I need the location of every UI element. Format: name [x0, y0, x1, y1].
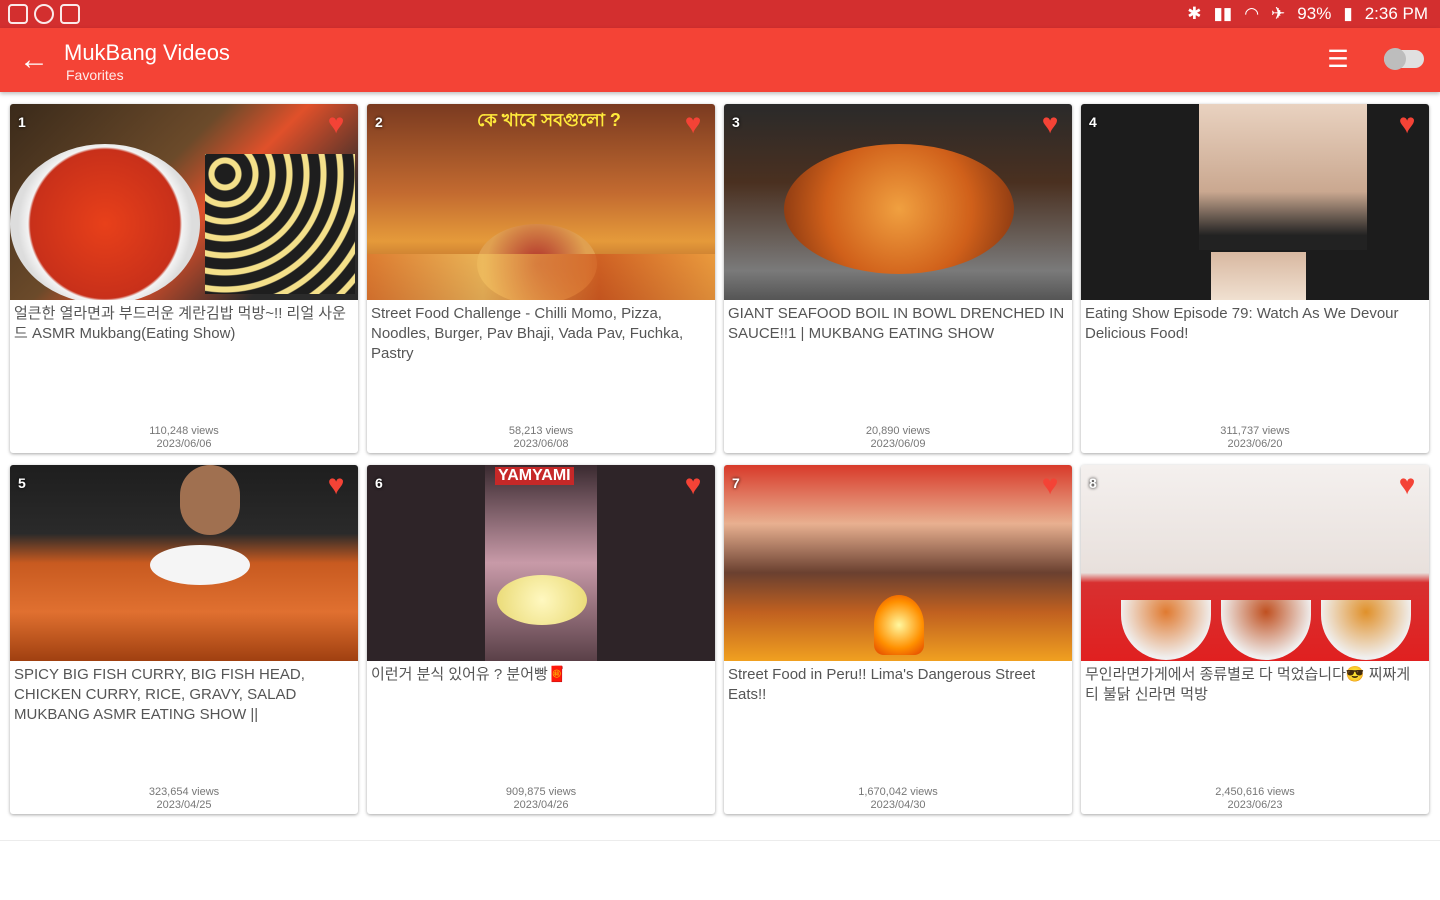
video-title: 무인라면가게에서 종류별로 다 먹었습니다😎 찌짜게티 불닭 신라면 먹방 [1085, 666, 1411, 703]
video-card[interactable]: YAMYAMI 6 ♥ 이런거 분식 있어유 ? 분어빵🧧 909,875 vi… [367, 465, 715, 814]
video-views: 323,654 views [148, 786, 220, 798]
shield-notification-icon [60, 4, 80, 24]
video-thumbnail[interactable] [724, 465, 1072, 661]
bluetooth-icon: ✱ [1187, 4, 1202, 23]
video-card[interactable]: 5 ♥ SPICY BIG FISH CURRY, BIG FISH HEAD,… [10, 465, 358, 814]
video-views: 2,450,616 views [1215, 786, 1295, 798]
video-date: 2023/06/09 [870, 438, 926, 450]
video-grid: 1 ♥ 얼큰한 열라면과 부드러운 계란김밥 먹방~!! 리얼 사운드 ASMR… [10, 104, 1430, 814]
favorite-heart-icon[interactable]: ♥ [679, 110, 707, 138]
video-thumbnail[interactable] [10, 104, 358, 300]
battery-percent: 93% [1297, 4, 1332, 23]
video-date: 2023/04/26 [513, 799, 569, 811]
video-date: 2023/04/25 [156, 799, 212, 811]
github-notification-icon [34, 4, 54, 24]
back-arrow-icon[interactable]: ← [16, 42, 52, 78]
video-number: 7 [732, 475, 740, 491]
video-card[interactable]: 4 ♥ Eating Show Episode 79: Watch As We … [1081, 104, 1429, 453]
clock: 2:36 PM [1364, 4, 1428, 23]
video-card[interactable]: 1 ♥ 얼큰한 열라면과 부드러운 계란김밥 먹방~!! 리얼 사운드 ASMR… [10, 104, 358, 453]
toggle-switch[interactable] [1384, 48, 1424, 70]
video-date: 2023/06/06 [156, 438, 212, 450]
video-card[interactable]: 7 ♥ Street Food in Peru!! Lima's Dangero… [724, 465, 1072, 814]
favorite-heart-icon[interactable]: ♥ [322, 471, 350, 499]
favorite-heart-icon[interactable]: ♥ [322, 110, 350, 138]
video-number: 1 [18, 114, 26, 130]
video-number: 4 [1089, 114, 1097, 130]
video-thumbnail[interactable] [1081, 465, 1429, 661]
video-thumbnail[interactable] [10, 465, 358, 661]
video-card[interactable]: 3 ♥ GIANT SEAFOOD BOIL IN BOWL DRENCHED … [724, 104, 1072, 453]
notification-icons [8, 4, 80, 24]
video-number: 6 [375, 475, 383, 491]
divider [0, 840, 1440, 841]
page-subtitle: Favorites [66, 67, 124, 83]
video-card[interactable]: কে খাবে সবগুলো ? 2 ♥ Street Food Challen… [367, 104, 715, 453]
video-title: Eating Show Episode 79: Watch As We Devo… [1085, 305, 1399, 342]
favorite-heart-icon[interactable]: ♥ [1036, 110, 1064, 138]
thumbnail-caption: YAMYAMI [495, 467, 574, 485]
list-search-icon[interactable]: ☰ [1320, 44, 1356, 76]
video-date: 2023/06/23 [1227, 799, 1283, 811]
video-number: 5 [18, 475, 26, 491]
airplane-icon: ✈ [1271, 4, 1286, 23]
video-thumbnail[interactable] [724, 104, 1072, 300]
video-thumbnail[interactable] [367, 465, 715, 661]
favorite-heart-icon[interactable]: ♥ [1393, 471, 1421, 499]
video-number: 8 [1089, 475, 1097, 491]
video-title: SPICY BIG FISH CURRY, BIG FISH HEAD, CHI… [14, 666, 305, 723]
video-views: 20,890 views [865, 425, 931, 437]
page-title: MukBang Videos [64, 40, 230, 65]
video-number: 2 [375, 114, 383, 130]
video-views: 110,248 views [149, 425, 219, 437]
video-views: 1,670,042 views [858, 786, 938, 798]
system-icons: ✱ ▮▮ ◠ ✈ 93% ▮ 2:36 PM [1187, 4, 1428, 24]
video-date: 2023/06/20 [1227, 438, 1283, 450]
favorite-heart-icon[interactable]: ♥ [1393, 110, 1421, 138]
battery-icon: ▮ [1343, 4, 1353, 23]
video-number: 3 [732, 114, 740, 130]
video-title: 이런거 분식 있어유 ? 분어빵🧧 [371, 666, 567, 683]
gallery-notification-icon [8, 4, 28, 24]
video-title: 얼큰한 열라면과 부드러운 계란김밥 먹방~!! 리얼 사운드 ASMR Muk… [14, 305, 346, 342]
video-title: Street Food in Peru!! Lima's Dangerous S… [728, 666, 1036, 703]
toggle-knob [1384, 48, 1406, 70]
video-date: 2023/06/08 [513, 438, 569, 450]
video-title: GIANT SEAFOOD BOIL IN BOWL DRENCHED IN S… [728, 305, 1065, 342]
video-views: 909,875 views [505, 786, 577, 798]
video-thumbnail[interactable] [1081, 104, 1429, 300]
status-bar: ✱ ▮▮ ◠ ✈ 93% ▮ 2:36 PM [0, 0, 1440, 28]
thumbnail-caption: কে খাবে সবগুলো ? [477, 110, 621, 130]
video-views: 311,737 views [1220, 425, 1290, 437]
video-card[interactable]: 8 ♥ 무인라면가게에서 종류별로 다 먹었습니다😎 찌짜게티 불닭 신라면 먹… [1081, 465, 1429, 814]
app-bar: ← MukBang Videos Favorites ☰ [0, 28, 1440, 92]
favorite-heart-icon[interactable]: ♥ [679, 471, 707, 499]
favorite-heart-icon[interactable]: ♥ [1036, 471, 1064, 499]
video-views: 58,213 views [508, 425, 574, 437]
video-title: Street Food Challenge - Chilli Momo, Piz… [371, 305, 684, 362]
signal-icon: ▮▮ [1213, 4, 1233, 23]
video-date: 2023/04/30 [870, 799, 926, 811]
wifi-icon: ◠ [1244, 4, 1260, 23]
